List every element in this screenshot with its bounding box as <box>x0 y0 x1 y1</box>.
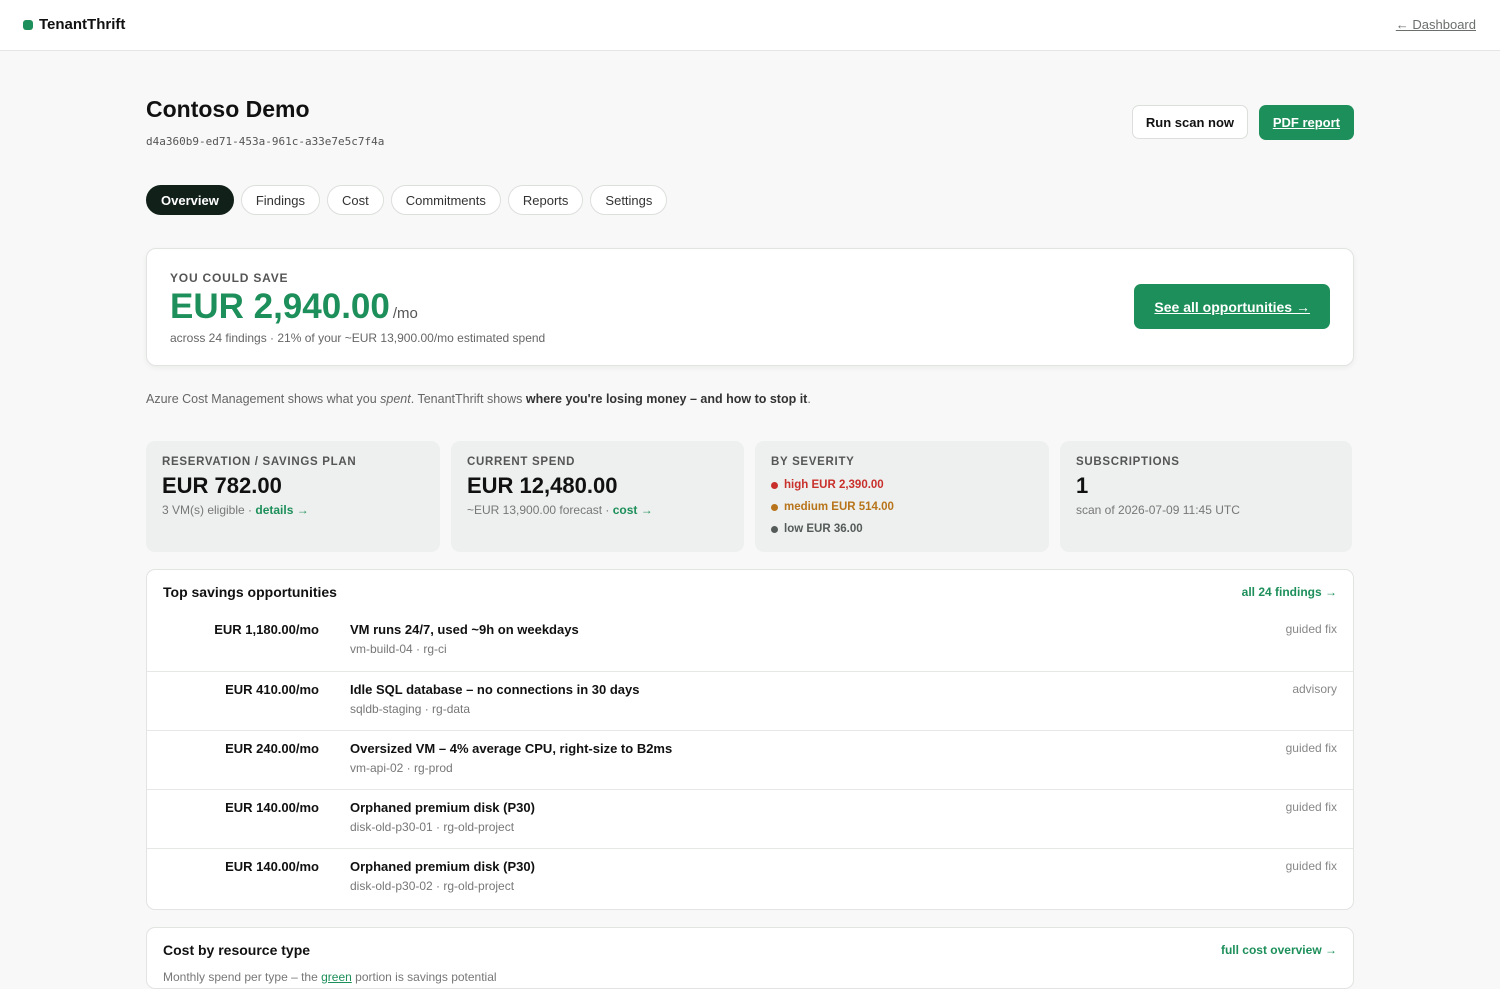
cost-by-type-panel: Cost by resource type full cost overview… <box>146 927 1354 989</box>
pdf-report-button[interactable]: PDF report <box>1258 105 1354 140</box>
stat-sub: 3 VM(s) eligible · details → <box>162 503 309 517</box>
opportunity-amount: EUR 140.00/mo <box>225 800 319 815</box>
tab-cost[interactable]: Cost <box>326 185 384 215</box>
cost-link[interactable]: cost → <box>613 503 653 517</box>
savings-label: YOU COULD SAVE <box>170 271 289 285</box>
severity-low-dot-icon <box>771 525 778 533</box>
tab-bar: Overview Findings Cost Commitments Repor… <box>146 185 668 215</box>
table-row[interactable]: EUR 1,180.00/mo VM runs 24/7, used ~9h o… <box>147 612 1353 671</box>
opportunity-kind: advisory <box>1292 682 1337 696</box>
run-scan-button[interactable]: Run scan now <box>1131 105 1248 139</box>
opportunity-kind: guided fix <box>1285 859 1337 873</box>
stat-value: EUR 12,480.00 <box>467 473 618 498</box>
stat-card-current-spend: CURRENT SPEND EUR 12,480.00 ~EUR 13,900.… <box>451 441 744 552</box>
stat-label: BY SEVERITY <box>771 456 855 468</box>
stat-card-subscriptions: SUBSCRIPTIONS 1 scan of 2026-07-09 11:45… <box>1060 441 1352 552</box>
savings-amount-unit: /mo <box>392 305 418 322</box>
stat-label: CURRENT SPEND <box>467 456 576 468</box>
severity-high-dot-icon <box>771 481 778 489</box>
opportunity-amount: EUR 240.00/mo <box>225 741 319 756</box>
tagline-part2: . TenantThrift shows <box>410 392 526 406</box>
opportunity-amount: EUR 1,180.00/mo <box>214 622 319 637</box>
table-row[interactable]: EUR 240.00/mo Oversized VM – 4% average … <box>147 730 1353 790</box>
severity-high: high EUR 2,390.00 <box>771 479 884 491</box>
top-savings-panel: Top savings opportunities all 24 finding… <box>146 569 1354 910</box>
stat-sub: ~EUR 13,900.00 forecast · cost → <box>467 503 653 517</box>
top-bar: TenantThrift ← Dashboard <box>0 0 1500 51</box>
opportunity-amount: EUR 410.00/mo <box>225 682 319 697</box>
severity-low-text: low EUR 36.00 <box>784 523 863 535</box>
opportunity-kind: guided fix <box>1285 741 1337 755</box>
tab-commitments[interactable]: Commitments <box>390 185 501 215</box>
savings-card: YOU COULD SAVE EUR 2,940.00/mo across 24… <box>146 248 1354 366</box>
brand[interactable]: TenantThrift <box>23 16 125 33</box>
panel-title: Cost by resource type <box>163 942 311 958</box>
cost-sub-green: green <box>321 970 352 984</box>
stat-card-by-severity: BY SEVERITY high EUR 2,390.00 medium EUR… <box>755 441 1049 552</box>
opportunity-title: Idle SQL database – no connections in 30… <box>350 682 640 697</box>
tab-settings[interactable]: Settings <box>590 185 668 215</box>
panel-title: Top savings opportunities <box>163 584 337 600</box>
opportunity-resource: vm-api-02 · rg-prod <box>350 761 453 775</box>
table-row[interactable]: EUR 140.00/mo Orphaned premium disk (P30… <box>147 789 1353 849</box>
opportunity-kind: guided fix <box>1285 800 1337 814</box>
stat-label: RESERVATION / SAVINGS PLAN <box>162 456 357 468</box>
tagline-bold: where you're losing money – and how to s… <box>525 392 808 406</box>
stat-label: SUBSCRIPTIONS <box>1076 456 1180 468</box>
tagline: Azure Cost Management shows what you spe… <box>146 392 811 406</box>
opportunity-resource: vm-build-04 · rg-ci <box>350 642 447 656</box>
tab-reports[interactable]: Reports <box>507 185 584 215</box>
reservation-details-link[interactable]: details → <box>255 503 308 517</box>
savings-amount: EUR 2,940.00/mo <box>170 287 418 327</box>
opportunity-title: Orphaned premium disk (P30) <box>350 800 535 815</box>
back-to-dashboard-link[interactable]: ← Dashboard <box>1396 17 1476 32</box>
tagline-part3: . <box>807 392 811 406</box>
brand-logo-icon <box>23 19 33 30</box>
tab-findings[interactable]: Findings <box>240 185 320 215</box>
full-cost-overview-link[interactable]: full cost overview → <box>1221 943 1337 957</box>
stat-sub-text: 3 VM(s) eligible · <box>162 503 256 517</box>
tagline-emphasis: spent <box>380 392 411 406</box>
opportunity-resource: sqldb-staging · rg-data <box>350 702 471 716</box>
opportunity-resource: disk-old-p30-02 · rg-old-project <box>350 879 515 893</box>
opportunity-title: VM runs 24/7, used ~9h on weekdays <box>350 622 579 637</box>
tagline-part1: Azure Cost Management shows what you <box>146 392 381 406</box>
stat-card-reservation: RESERVATION / SAVINGS PLAN EUR 782.00 3 … <box>146 441 440 552</box>
tenant-id: d4a360b9-ed71-453a-961c-a33e7e5c7f4a <box>146 135 385 148</box>
table-row[interactable]: EUR 140.00/mo Orphaned premium disk (P30… <box>147 848 1353 908</box>
see-all-opportunities-button[interactable]: See all opportunities → <box>1134 284 1330 329</box>
severity-medium-text: medium EUR 514.00 <box>784 501 894 513</box>
stat-sub: scan of 2026-07-09 11:45 UTC <box>1076 503 1240 517</box>
cost-sub-text-end: portion is savings potential <box>351 970 497 984</box>
opportunity-title: Orphaned premium disk (P30) <box>350 859 535 874</box>
severity-medium-dot-icon <box>771 503 778 511</box>
brand-name: TenantThrift <box>39 16 126 33</box>
opportunity-amount: EUR 140.00/mo <box>225 859 319 874</box>
all-findings-link[interactable]: all 24 findings → <box>1242 585 1337 599</box>
savings-amount-value: EUR 2,940.00 <box>170 287 390 326</box>
table-row[interactable]: EUR 410.00/mo Idle SQL database – no con… <box>147 671 1353 731</box>
severity-medium: medium EUR 514.00 <box>771 501 894 513</box>
opportunity-resource: disk-old-p30-01 · rg-old-project <box>350 820 515 834</box>
severity-high-text: high EUR 2,390.00 <box>784 479 884 491</box>
stat-sub-text: ~EUR 13,900.00 forecast · <box>467 503 613 517</box>
opportunity-kind: guided fix <box>1285 622 1337 636</box>
cost-sub-text: Monthly spend per type – the <box>163 970 322 984</box>
stat-value: EUR 782.00 <box>162 473 282 498</box>
tab-overview[interactable]: Overview <box>146 185 234 215</box>
cost-by-type-subtitle: Monthly spend per type – the green porti… <box>163 970 497 984</box>
severity-low: low EUR 36.00 <box>771 523 863 535</box>
savings-summary: across 24 findings · 21% of your ~EUR 13… <box>170 331 546 345</box>
stat-value: 1 <box>1076 473 1089 498</box>
opportunity-title: Oversized VM – 4% average CPU, right-siz… <box>350 741 673 756</box>
page-title: Contoso Demo <box>146 96 310 122</box>
